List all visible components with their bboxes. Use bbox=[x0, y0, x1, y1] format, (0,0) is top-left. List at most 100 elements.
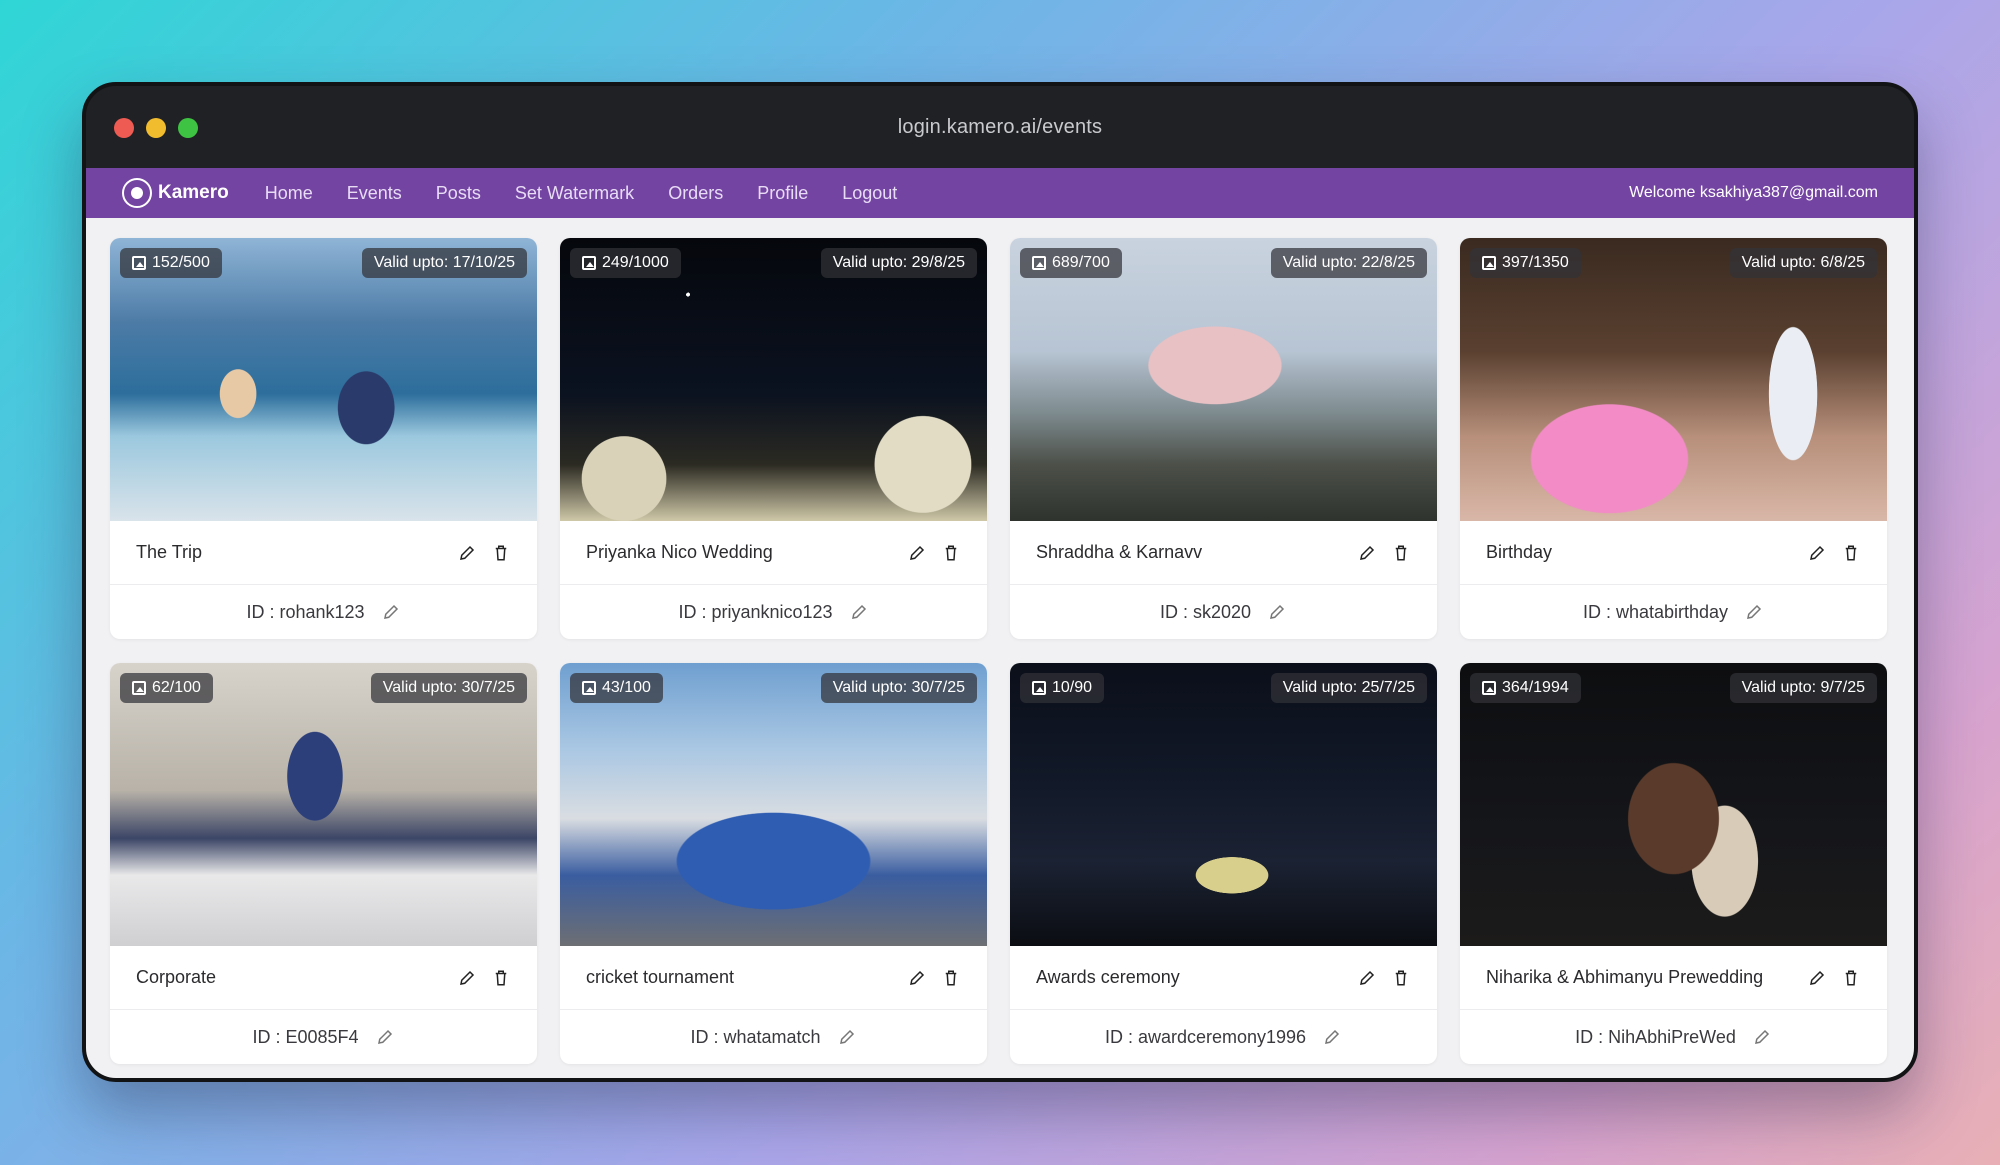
edit-icon[interactable] bbox=[1807, 543, 1827, 563]
validity-badge: Valid upto: 30/7/25 bbox=[820, 673, 977, 703]
delete-icon[interactable] bbox=[1841, 968, 1861, 988]
edit-id-icon[interactable] bbox=[381, 602, 401, 622]
event-cover-photo[interactable]: 62/100 Valid upto: 30/7/25 bbox=[110, 663, 537, 946]
image-icon bbox=[132, 256, 146, 270]
nav-orders[interactable]: Orders bbox=[668, 183, 723, 204]
photo-count: 364/1994 bbox=[1502, 679, 1569, 696]
validity-badge: Valid upto: 22/8/25 bbox=[1270, 248, 1427, 278]
event-title: cricket tournament bbox=[586, 967, 735, 987]
nav-set-watermark[interactable]: Set Watermark bbox=[515, 183, 634, 204]
validity-badge: Valid upto: 25/7/25 bbox=[1270, 673, 1427, 703]
edit-icon[interactable] bbox=[1357, 968, 1377, 988]
edit-icon[interactable] bbox=[1807, 968, 1827, 988]
event-title: The Trip bbox=[136, 542, 203, 562]
event-id: ID : NihAbhiPreWed bbox=[1575, 1026, 1736, 1047]
card-id-row: ID : priyanknico123 bbox=[560, 585, 987, 639]
edit-id-icon[interactable] bbox=[375, 1027, 395, 1047]
edit-icon[interactable] bbox=[907, 968, 927, 988]
validity-badge: Valid upto: 6/8/25 bbox=[1729, 248, 1877, 278]
delete-icon[interactable] bbox=[1391, 543, 1411, 563]
validity-badge: Valid upto: 29/8/25 bbox=[820, 248, 977, 278]
event-card[interactable]: 364/1994 Valid upto: 9/7/25 Niharika & A… bbox=[1460, 663, 1887, 1064]
card-id-row: ID : rohank123 bbox=[110, 585, 537, 639]
event-card[interactable]: 152/500 Valid upto: 17/10/25 The Trip ID… bbox=[110, 238, 537, 639]
edit-id-icon[interactable] bbox=[837, 1027, 857, 1047]
event-id: ID : priyanknico123 bbox=[678, 601, 833, 622]
card-id-row: ID : NihAbhiPreWed bbox=[1460, 1010, 1887, 1064]
brand-logo[interactable]: Kamero bbox=[122, 178, 229, 208]
event-title: Shraddha & Karnavv bbox=[1036, 542, 1203, 562]
delete-icon[interactable] bbox=[1841, 543, 1861, 563]
event-id: ID : sk2020 bbox=[1159, 601, 1252, 622]
events-page: 152/500 Valid upto: 17/10/25 The Trip ID… bbox=[86, 218, 1914, 1078]
delete-icon[interactable] bbox=[941, 968, 961, 988]
event-card[interactable]: 10/90 Valid upto: 25/7/25 Awards ceremon… bbox=[1010, 663, 1437, 1064]
image-icon bbox=[1482, 256, 1496, 270]
photo-count: 397/1350 bbox=[1502, 254, 1569, 271]
event-card[interactable]: 62/100 Valid upto: 30/7/25 Corporate ID … bbox=[110, 663, 537, 1064]
browser-window: login.kamero.ai/events Kamero Home Event… bbox=[82, 82, 1918, 1082]
event-card[interactable]: 43/100 Valid upto: 30/7/25 cricket tourn… bbox=[560, 663, 987, 1064]
window-controls bbox=[114, 118, 198, 138]
event-cover-photo[interactable]: 152/500 Valid upto: 17/10/25 bbox=[110, 238, 537, 521]
delete-icon[interactable] bbox=[491, 543, 511, 563]
edit-id-icon[interactable] bbox=[1267, 602, 1287, 622]
event-id: ID : whatabirthday bbox=[1582, 601, 1729, 622]
photo-count: 152/500 bbox=[152, 254, 210, 271]
photo-count: 10/90 bbox=[1052, 679, 1093, 696]
photo-count: 689/700 bbox=[1052, 254, 1110, 271]
card-title-row: Shraddha & Karnavv bbox=[1010, 521, 1437, 585]
edit-icon[interactable] bbox=[1357, 543, 1377, 563]
event-id: ID : whatamatch bbox=[690, 1026, 821, 1047]
delete-icon[interactable] bbox=[491, 968, 511, 988]
minimize-window-button[interactable] bbox=[146, 118, 166, 138]
delete-icon[interactable] bbox=[941, 543, 961, 563]
delete-icon[interactable] bbox=[1391, 968, 1411, 988]
validity-badge: Valid upto: 17/10/25 bbox=[361, 248, 527, 278]
edit-id-icon[interactable] bbox=[849, 602, 869, 622]
event-cover-photo[interactable]: 364/1994 Valid upto: 9/7/25 bbox=[1460, 663, 1887, 946]
card-title-row: Corporate bbox=[110, 946, 537, 1010]
edit-icon[interactable] bbox=[457, 968, 477, 988]
event-card[interactable]: 689/700 Valid upto: 22/8/25 Shraddha & K… bbox=[1010, 238, 1437, 639]
event-cover-photo[interactable]: 10/90 Valid upto: 25/7/25 bbox=[1010, 663, 1437, 946]
events-grid: 152/500 Valid upto: 17/10/25 The Trip ID… bbox=[110, 238, 1887, 1064]
nav-posts[interactable]: Posts bbox=[436, 183, 481, 204]
card-title-row: Awards ceremony bbox=[1010, 946, 1437, 1010]
welcome-text: Welcome ksakhiya387@gmail.com bbox=[1629, 184, 1878, 201]
image-icon bbox=[582, 681, 596, 695]
image-icon bbox=[582, 256, 596, 270]
event-cover-photo[interactable]: 249/1000 Valid upto: 29/8/25 bbox=[560, 238, 987, 521]
edit-icon[interactable] bbox=[907, 543, 927, 563]
photo-count-badge: 364/1994 bbox=[1470, 673, 1581, 703]
edit-id-icon[interactable] bbox=[1752, 1027, 1772, 1047]
edit-id-icon[interactable] bbox=[1322, 1027, 1342, 1047]
event-cover-photo[interactable]: 43/100 Valid upto: 30/7/25 bbox=[560, 663, 987, 946]
maximize-window-button[interactable] bbox=[178, 118, 198, 138]
image-icon bbox=[1032, 256, 1046, 270]
photo-count-badge: 397/1350 bbox=[1470, 248, 1581, 278]
edit-id-icon[interactable] bbox=[1744, 602, 1764, 622]
event-title: Awards ceremony bbox=[1036, 967, 1180, 987]
edit-icon[interactable] bbox=[457, 543, 477, 563]
event-card[interactable]: 397/1350 Valid upto: 6/8/25 Birthday ID … bbox=[1460, 238, 1887, 639]
top-navbar: Kamero Home Events Posts Set Watermark O… bbox=[86, 168, 1914, 218]
card-id-row: ID : awardceremony1996 bbox=[1010, 1010, 1437, 1064]
nav-events[interactable]: Events bbox=[347, 183, 402, 204]
event-title: Niharika & Abhimanyu Prewedding bbox=[1486, 967, 1764, 987]
event-title: Priyanka Nico Wedding bbox=[586, 542, 773, 562]
nav-profile[interactable]: Profile bbox=[757, 183, 808, 204]
card-id-row: ID : whatabirthday bbox=[1460, 585, 1887, 639]
event-card[interactable]: 249/1000 Valid upto: 29/8/25 Priyanka Ni… bbox=[560, 238, 987, 639]
close-window-button[interactable] bbox=[114, 118, 134, 138]
photo-count-badge: 10/90 bbox=[1020, 673, 1105, 703]
event-cover-photo[interactable]: 689/700 Valid upto: 22/8/25 bbox=[1010, 238, 1437, 521]
nav-home[interactable]: Home bbox=[265, 183, 313, 204]
address-url[interactable]: login.kamero.ai/events bbox=[898, 116, 1103, 139]
nav-logout[interactable]: Logout bbox=[842, 183, 897, 204]
event-id: ID : awardceremony1996 bbox=[1104, 1026, 1307, 1047]
event-cover-photo[interactable]: 397/1350 Valid upto: 6/8/25 bbox=[1460, 238, 1887, 521]
image-icon bbox=[132, 681, 146, 695]
card-title-row: Birthday bbox=[1460, 521, 1887, 585]
photo-count-badge: 43/100 bbox=[570, 673, 663, 703]
